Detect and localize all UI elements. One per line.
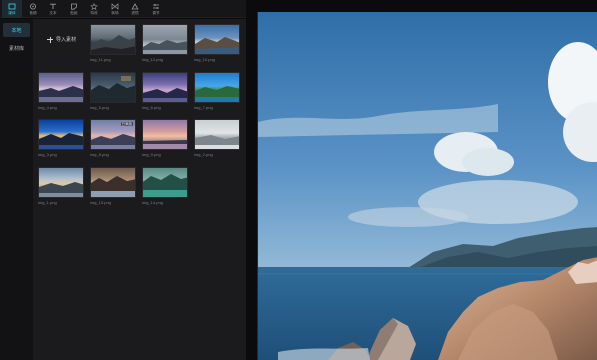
sidebar-item-library[interactable]: 素材库 xyxy=(3,41,30,55)
media-panel: 导入素材 img_11.png img_12.png img_10.png im… xyxy=(33,19,246,360)
tab-media[interactable]: 媒体 xyxy=(2,0,22,18)
adjust-icon xyxy=(152,3,160,10)
media-item[interactable]: img_10.png xyxy=(194,24,240,62)
panel-divider[interactable] xyxy=(246,0,257,360)
transition-icon xyxy=(111,2,119,10)
media-thumbnail xyxy=(38,72,84,103)
tab-sticker[interactable]: 贴纸 xyxy=(64,0,84,18)
sidebar-item-local[interactable]: 本地 xyxy=(3,23,30,37)
media-item[interactable]: img_14.png xyxy=(142,167,188,205)
plus-icon xyxy=(47,36,53,43)
media-item[interactable]: img_5.png xyxy=(90,72,136,110)
media-item[interactable]: img_4.png xyxy=(38,72,84,110)
media-item[interactable]: img_7.png xyxy=(194,72,240,110)
top-toolbar: 媒体 音频 文本 贴纸 特效 转场 滤镜 调节 xyxy=(0,0,246,18)
preview-image xyxy=(258,12,597,360)
media-thumbnail xyxy=(90,167,136,198)
tab-filter[interactable]: 滤镜 xyxy=(125,0,145,18)
media-item[interactable]: 已添加 img_8.png xyxy=(90,119,136,157)
import-media-button[interactable]: 导入素材 xyxy=(47,36,76,43)
added-badge: 已添加 xyxy=(120,122,133,126)
media-thumbnail xyxy=(142,167,188,198)
media-icon xyxy=(8,3,16,10)
media-thumbnail xyxy=(194,24,240,55)
media-item[interactable]: img_13.png xyxy=(90,167,136,205)
media-source-sidebar: 本地 素材库 xyxy=(0,19,33,360)
sticker-icon xyxy=(70,3,78,10)
tab-adjust[interactable]: 调节 xyxy=(146,0,166,18)
media-item[interactable]: img_2.png xyxy=(194,119,240,157)
media-item[interactable]: img_11.png xyxy=(90,24,136,62)
text-icon xyxy=(49,3,57,10)
media-item[interactable]: img_9.png xyxy=(142,119,188,157)
media-item[interactable]: img_12.png xyxy=(142,24,188,62)
audio-icon xyxy=(29,3,37,10)
tab-audio[interactable]: 音频 xyxy=(23,0,43,18)
media-item[interactable]: img_3.png xyxy=(38,119,84,157)
tab-transition[interactable]: 转场 xyxy=(105,0,125,18)
media-item[interactable]: img_1.png xyxy=(38,167,84,205)
preview-player xyxy=(257,12,597,360)
effects-icon xyxy=(90,2,98,10)
media-thumbnail xyxy=(194,72,240,103)
media-thumbnail xyxy=(38,119,84,150)
tab-effects[interactable]: 特效 xyxy=(84,0,104,18)
media-thumbnail xyxy=(142,24,188,55)
media-thumbnail xyxy=(38,167,84,198)
media-item[interactable]: img_6.png xyxy=(142,72,188,110)
media-thumbnail xyxy=(194,119,240,150)
import-label: 导入素材 xyxy=(56,37,77,43)
tab-text[interactable]: 文本 xyxy=(43,0,63,18)
media-thumbnail xyxy=(90,72,136,103)
media-thumbnail: 已添加 xyxy=(90,119,136,150)
media-thumbnail xyxy=(142,72,188,103)
filter-icon xyxy=(131,2,139,10)
media-thumbnail xyxy=(90,24,136,55)
media-thumbnail xyxy=(142,119,188,150)
